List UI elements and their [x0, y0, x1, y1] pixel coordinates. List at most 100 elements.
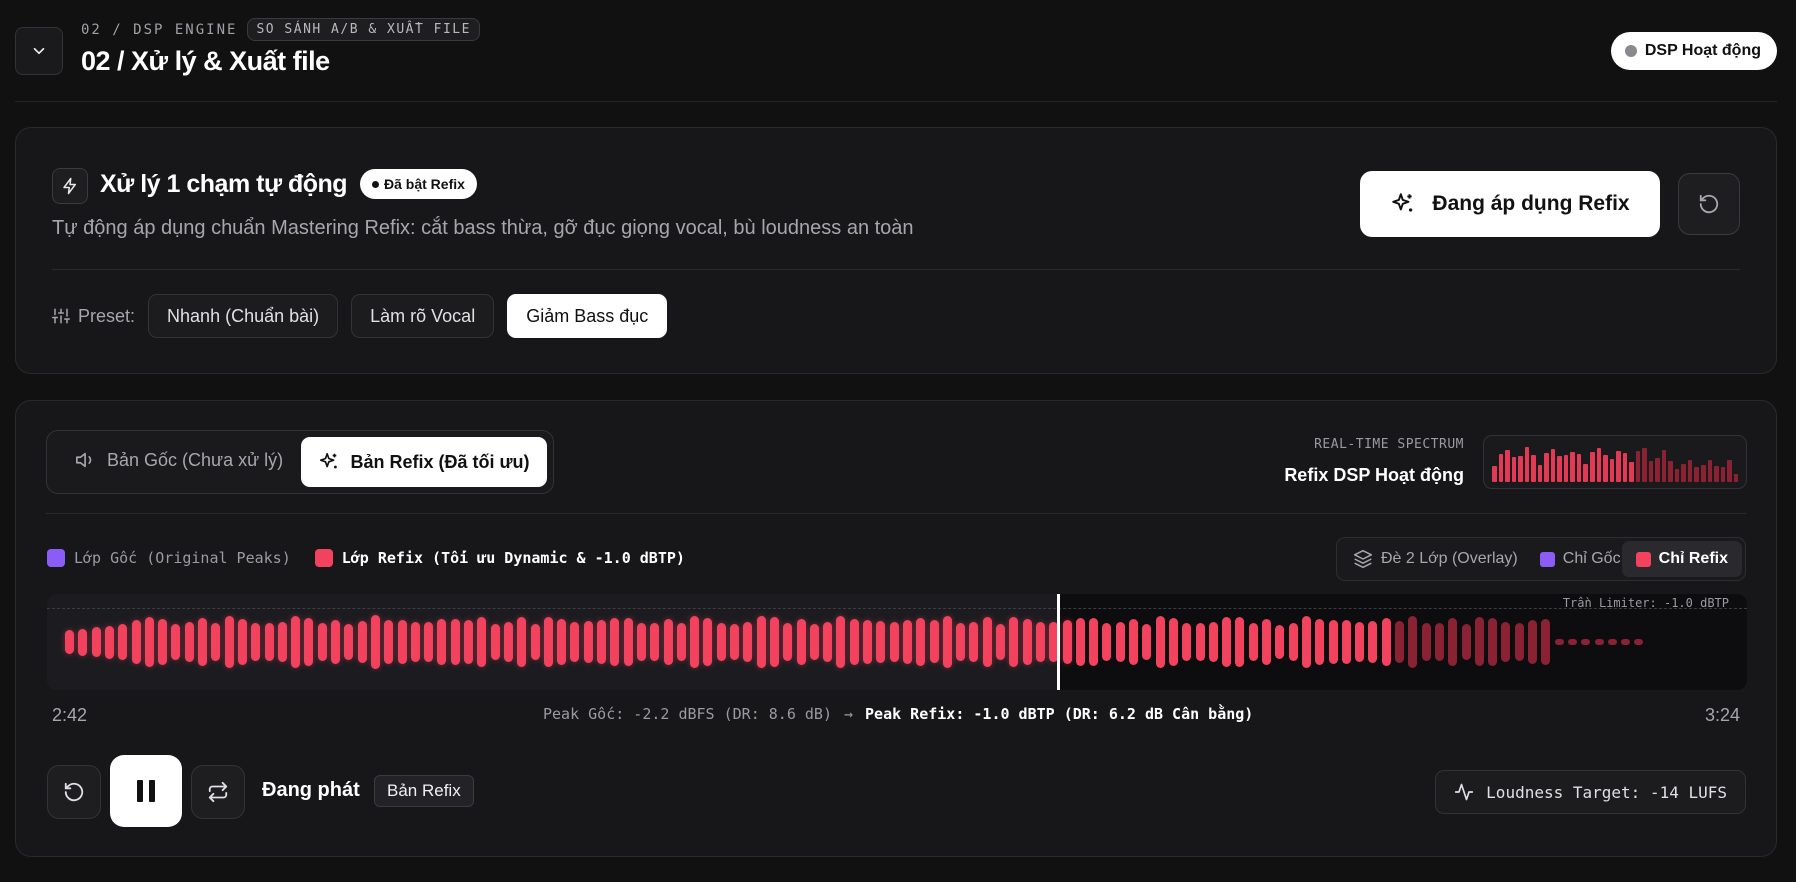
waveform-bar: [1115, 622, 1125, 662]
view-refix-button[interactable]: Chỉ Refix: [1621, 541, 1742, 577]
auto-process-card: Xử lý 1 chạm tự động Đã bật Refix Tự độn…: [15, 127, 1777, 374]
divider: [46, 513, 1746, 514]
spectrum-bar: [1537, 465, 1543, 482]
waveform-bar: [876, 620, 886, 664]
playback-status: Đang phát: [262, 779, 360, 801]
waveform-bar: [331, 620, 340, 664]
waveform-bar: [836, 615, 846, 669]
preset-quick-button[interactable]: Nhanh (Chuẩn bài): [148, 294, 339, 338]
apply-refix-label: Đang áp dụng Refix: [1432, 192, 1630, 215]
legend-refix-label: Lớp Refix (Tối ưu Dynamic & -1.0 dBTP): [341, 549, 685, 567]
waveform-bar: [1075, 618, 1085, 666]
waveform-bar: [1567, 639, 1577, 645]
waveform-bar: [1528, 620, 1537, 664]
waveform-bar: [583, 621, 593, 663]
waveform-bar: [1368, 621, 1378, 663]
waveform-bar: [1448, 617, 1458, 667]
view-overlay-label: Đè 2 Lớp (Overlay): [1381, 550, 1518, 567]
reset-button[interactable]: [1678, 173, 1740, 235]
waveform-bar: [756, 616, 766, 668]
repeat-icon: [208, 781, 228, 803]
waveform-bar: [224, 615, 234, 669]
waveform-bar: [198, 618, 207, 666]
page-header: 02 / DSP ENGINE SO SÁNH A/B & XUẤT FILE …: [15, 0, 1777, 102]
preset-vocal-button[interactable]: Làm rõ Vocal: [351, 294, 495, 338]
waveform-bar: [703, 618, 713, 666]
waveform-bar: [1275, 624, 1285, 660]
waveform-bar: [1554, 639, 1564, 645]
waveform-bar: [597, 620, 606, 664]
waveform-bar: [1461, 623, 1471, 661]
waveform-bar: [131, 620, 141, 664]
playing-version-badge: Bản Refix: [374, 775, 474, 807]
waveform-bar: [1035, 621, 1045, 663]
loop-button[interactable]: [191, 765, 245, 819]
waveform-bar: [1262, 618, 1271, 666]
legend-original: Lớp Gốc (Original Peaks): [47, 549, 291, 567]
status-dot-icon: [1624, 45, 1637, 57]
waveform-bar: [1514, 622, 1524, 661]
waveform-bar: [410, 621, 420, 663]
waveform-bar: [424, 622, 434, 662]
spectrum-bar: [1720, 467, 1726, 482]
spectrum-bar: [1727, 460, 1732, 482]
waveform-bar: [184, 622, 194, 662]
waveform-bar: [1421, 622, 1431, 662]
waveform-bar: [743, 621, 753, 663]
waveform-bar: [610, 617, 620, 667]
tab-refix[interactable]: Bản Refix (Đã tối ưu): [301, 437, 547, 487]
waveform-bar: [1235, 617, 1245, 667]
refix-swatch: [1635, 551, 1651, 567]
view-overlay-button[interactable]: Đè 2 Lớp (Overlay): [1353, 549, 1518, 569]
spectrum-bar: [1681, 464, 1686, 482]
pause-button[interactable]: [110, 755, 182, 827]
spectrum-label: REAL-TIME SPECTRUM: [1314, 437, 1464, 452]
view-original-button[interactable]: Chỉ Gốc: [1539, 550, 1621, 568]
apply-refix-button[interactable]: Đang áp dụng Refix: [1360, 171, 1660, 237]
waveform-bar: [264, 622, 274, 662]
spectrum-bar: [1648, 461, 1654, 482]
spectrum-bar: [1550, 449, 1556, 482]
waveform-bar: [1288, 622, 1298, 662]
spectrum-bar: [1544, 453, 1549, 482]
peak-refix: Peak Refix: -1.0 dBTP (DR: 6.2 dB Cân bằ…: [865, 705, 1254, 723]
section-subheader: 02 / DSP ENGINE SO SÁNH A/B & XUẤT FILE: [81, 18, 480, 41]
rotate-ccw-icon: [1699, 194, 1719, 214]
waveform-bar: [104, 625, 114, 659]
view-refix-label: Chỉ Refix: [1658, 550, 1728, 567]
waveform[interactable]: Trần Limiter: -1.0 dBTP: [47, 594, 1747, 690]
waveform-bar: [397, 620, 407, 664]
waveform-bar: [517, 616, 527, 668]
waveform-bar: [1168, 617, 1178, 667]
waveform-bar: [1022, 618, 1032, 666]
page-title: 02 / Xử lý & Xuất file: [81, 46, 330, 76]
waveform-bar: [956, 623, 966, 661]
spectrum-bar: [1609, 459, 1615, 482]
layers-icon: [1353, 549, 1373, 569]
waveform-bar: [557, 619, 567, 665]
waveform-bar: [251, 623, 261, 661]
waveform-bar: [65, 630, 74, 654]
waveform-bar: [118, 624, 128, 660]
collapse-button[interactable]: [15, 27, 63, 75]
waveform-bar: [969, 622, 979, 662]
preset-bass-button[interactable]: Giảm Bass đục: [507, 294, 668, 338]
legend-refix: Lớp Refix (Tối ưu Dynamic & -1.0 dBTP): [314, 549, 685, 567]
waveform-bar: [277, 621, 287, 663]
auto-process-description: Tự động áp dụng chuẩn Mastering Refix: c…: [52, 217, 914, 239]
spectrum-bar: [1518, 456, 1523, 482]
spectrum-bar: [1674, 469, 1680, 482]
spectrum-bar: [1596, 448, 1602, 482]
restart-button[interactable]: [47, 765, 101, 819]
auto-process-title: Xử lý 1 chạm tự động: [100, 170, 348, 198]
tab-original[interactable]: Bản Gốc (Chưa xử lý): [75, 449, 283, 471]
waveform-bar: [996, 623, 1005, 660]
pause-icon: [137, 780, 155, 802]
legend-swatch-original: [47, 549, 65, 567]
loudness-target[interactable]: Loudness Target: -14 LUFS: [1435, 770, 1746, 814]
waveform-bar: [690, 615, 700, 669]
waveform-bar: [1501, 621, 1511, 663]
waveform-bar: [1089, 617, 1099, 667]
playhead[interactable]: [1057, 594, 1060, 690]
mini-spectrum: [1483, 435, 1747, 489]
